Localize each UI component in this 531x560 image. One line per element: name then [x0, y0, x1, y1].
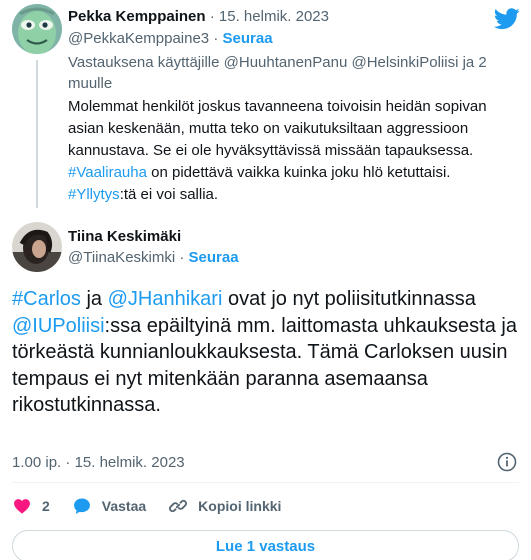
thread-line — [36, 60, 38, 208]
reply-button[interactable]: Vastaa — [72, 496, 146, 516]
parent-tweet: Pekka Kemppainen · 15. helmik. 2023 @Pek… — [0, 0, 531, 215]
like-count: 2 — [42, 498, 50, 514]
reply-context: Vastauksena käyttäjille @HuuhtanenPanu @… — [68, 52, 518, 94]
twitter-bird-icon[interactable] — [494, 8, 520, 30]
follow-button[interactable]: Seuraa — [223, 30, 273, 47]
author-name[interactable]: Tiina Keskimäki — [68, 228, 181, 245]
author-handle[interactable]: @TiinaKeskimki — [68, 249, 175, 266]
handle-separator: · — [213, 30, 219, 47]
tweet-text: ja — [80, 288, 108, 310]
tweet-text: ovat jo nyt poliisitutkinnassa — [222, 288, 476, 310]
follow-button[interactable]: Seuraa — [189, 249, 239, 266]
tweet-date[interactable]: 15. helmik. 2023 — [219, 8, 329, 25]
action-bar: 2 Vastaa Kopioi linkki — [12, 494, 303, 518]
copy-link-label: Kopioi linkki — [198, 498, 282, 514]
hashtag-link[interactable]: #Vaalirauha — [68, 164, 147, 181]
main-handle-row: @TiinaKeskimki · Seuraa — [68, 249, 239, 266]
copy-link-button[interactable]: Kopioi linkki — [168, 496, 281, 516]
tweet-text: :tä ei voi sallia. — [119, 186, 219, 203]
tweet-card: Pekka Kemppainen · 15. helmik. 2023 @Pek… — [0, 0, 531, 560]
heart-icon — [14, 499, 30, 514]
read-replies-button[interactable]: Lue 1 vastaus — [12, 530, 519, 560]
reply-mention[interactable]: @HuuhtanenPanu — [224, 54, 348, 71]
tweet-text: on pidettävä vaikka kuinka joku hlö ketu… — [151, 164, 451, 181]
time-separator: · — [65, 454, 71, 471]
divider — [12, 482, 519, 483]
info-icon[interactable] — [497, 452, 517, 472]
handle-separator: · — [179, 249, 185, 266]
main-tweet-text: #Carlos ja @JHanhikari ovat jo nyt polii… — [12, 286, 517, 419]
reply-label: Vastaa — [101, 498, 147, 514]
avatar[interactable] — [12, 222, 62, 272]
parent-name-row: Pekka Kemppainen · 15. helmik. 2023 — [68, 8, 329, 25]
mention-link[interactable]: @IUPoliisi — [12, 315, 105, 337]
hashtag-link[interactable]: #Carlos — [12, 288, 81, 310]
like-button[interactable]: 2 — [12, 496, 50, 516]
link-icon — [169, 499, 188, 513]
reply-mention[interactable]: @HelsinkiPoliisi — [351, 54, 458, 71]
mention-link[interactable]: @JHanhikari — [108, 288, 223, 310]
avatar[interactable] — [12, 4, 62, 54]
reply-bubble-icon — [73, 498, 90, 514]
tweet-time: 1.00 ip. — [12, 454, 62, 471]
author-handle[interactable]: @PekkaKemppaine3 — [68, 30, 209, 47]
tweet-date: 15. helmik. 2023 — [74, 454, 185, 471]
parent-tweet-text: Molemmat henkilöt joskus tavanneena toiv… — [68, 96, 518, 206]
reply-prefix: Vastauksena käyttäjille — [68, 54, 220, 71]
date-separator: · — [209, 8, 215, 25]
tweet-timestamp[interactable]: 1.00 ip. · 15. helmik. 2023 — [12, 454, 185, 471]
parent-handle-row: @PekkaKemppaine3 · Seuraa — [68, 30, 273, 47]
author-name[interactable]: Pekka Kemppainen — [68, 8, 206, 25]
tweet-text: Molemmat henkilöt joskus tavanneena toiv… — [68, 98, 487, 159]
hashtag-link[interactable]: #Yllytys — [68, 186, 120, 203]
